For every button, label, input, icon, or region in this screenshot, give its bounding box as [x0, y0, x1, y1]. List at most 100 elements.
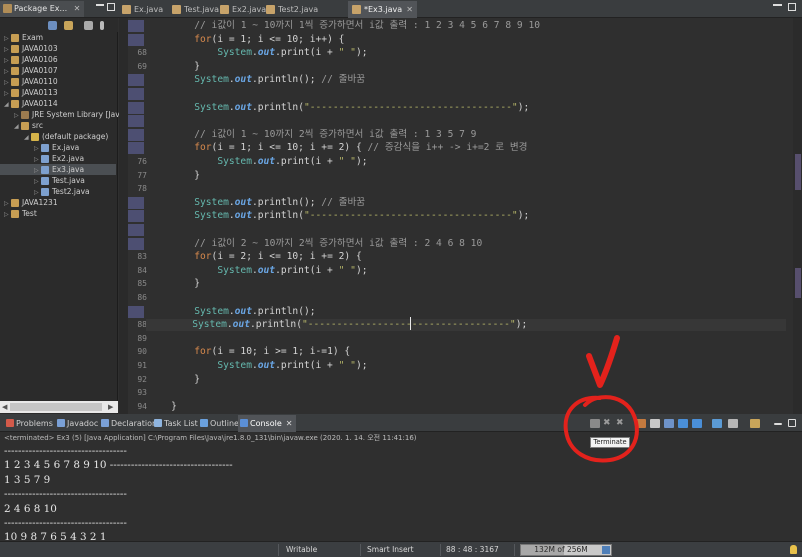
pin-console-icon[interactable] — [692, 419, 702, 428]
tab-package-explorer[interactable]: Package Ex... ✕ — [0, 1, 85, 17]
overview-marker[interactable] — [795, 268, 801, 298]
editor-tab[interactable]: Ex.java — [118, 1, 163, 18]
overview-ruler[interactable] — [793, 18, 802, 414]
link-with-editor-icon[interactable] — [64, 21, 73, 30]
tree-item[interactable]: ▷ JAVA0107 — [0, 65, 116, 76]
code-line[interactable]: } — [148, 61, 200, 73]
tab-label: Outline — [210, 419, 239, 428]
show-console-on-output-icon[interactable] — [664, 419, 674, 428]
tree-item[interactable]: ▷ JAVA1231 — [0, 197, 116, 208]
view-menu-icon[interactable] — [100, 21, 104, 30]
tree-item[interactable]: ▷ JAVA0110 — [0, 76, 116, 87]
scroll-left-icon[interactable]: ◀ — [2, 403, 7, 411]
tab-task-list[interactable]: Task List — [152, 415, 198, 432]
tab-javadoc[interactable]: Javadoc — [55, 415, 98, 432]
scrollbar-thumb[interactable] — [10, 403, 102, 411]
maximize-icon[interactable] — [107, 3, 115, 11]
editor-tab[interactable]: Ex2.java — [216, 1, 266, 18]
code-line[interactable]: // i값이 1 ~ 10까지 2씩 증가하면서 i값 출력 : 1 3 5 7… — [148, 129, 476, 141]
tree-item[interactable]: ▷ Ex.java — [0, 142, 116, 153]
scroll-right-icon[interactable]: ▶ — [108, 403, 113, 411]
expand-toggle-icon[interactable]: ▷ — [4, 209, 11, 220]
tree-item[interactable]: ▷ Ex3.java — [0, 164, 116, 175]
word-wrap-icon[interactable] — [650, 419, 660, 428]
code-line[interactable]: // i값이 1 ~ 10까지 1씩 증가하면서 i값 출력 : 1 2 3 4… — [148, 20, 540, 32]
code-line[interactable]: } — [148, 170, 200, 182]
minimize-icon[interactable] — [774, 423, 782, 425]
lightbulb-icon[interactable] — [790, 545, 797, 554]
code-line[interactable]: System.out.print(i + " "); — [148, 156, 367, 168]
project-icon — [11, 56, 19, 64]
code-line[interactable]: System.out.println(); // 줄바꿈 — [148, 74, 365, 86]
code-line[interactable]: for(i = 2; i <= 10; i += 2) { — [148, 251, 362, 263]
package-explorer-scrollbar[interactable]: ◀ ▶ — [0, 401, 118, 413]
maximize-icon[interactable] — [788, 419, 796, 427]
tab-problems[interactable]: Problems — [4, 415, 53, 432]
remove-launch-icon[interactable]: ✖ — [603, 419, 613, 428]
editor-tab[interactable]: Test2.java — [262, 1, 318, 18]
remove-all-terminated-icon[interactable]: ✖ — [616, 419, 626, 428]
code-line[interactable]: System.out.print(i + " "); — [148, 47, 367, 59]
editor-tab[interactable]: Test.java — [168, 1, 219, 18]
show-console-on-error-icon[interactable] — [678, 419, 688, 428]
code-line[interactable]: } — [148, 401, 177, 413]
source-folder-icon — [21, 122, 29, 130]
insert-mode-status[interactable]: Smart Insert — [367, 544, 414, 556]
line-number: 68 — [137, 48, 147, 58]
tree-item[interactable]: ▷ JAVA0113 — [0, 87, 116, 98]
tree-item[interactable]: ▷ Exam — [0, 32, 116, 43]
close-icon[interactable]: ✕ — [74, 4, 81, 13]
tree-item[interactable]: ▷ Test — [0, 208, 116, 219]
java-file-icon — [172, 5, 181, 14]
package-explorer-toolbar — [0, 18, 118, 32]
open-console-icon[interactable] — [728, 419, 738, 428]
tree-item[interactable]: ◢ JAVA0114 — [0, 98, 116, 109]
code-line[interactable]: System.out.print(i + " "); — [148, 265, 367, 277]
code-line[interactable]: for(i = 1; i <= 10; i += 2) { // 증감식을 i+… — [148, 142, 527, 154]
tree-item[interactable]: ▷ JAVA0103 — [0, 43, 116, 54]
code-editor[interactable]: 68 69 76 77 78 83 84 85 86 88 89 90 91 92 93 94 // i값이 … — [119, 18, 802, 414]
minimize-icon[interactable] — [96, 4, 104, 6]
console-output[interactable]: ----------------------------------- 1 2 3… — [0, 444, 802, 543]
close-icon[interactable]: ✕ — [406, 5, 413, 14]
terminate-tooltip: Terminate — [590, 437, 630, 448]
focus-on-task-icon[interactable] — [84, 21, 93, 30]
display-selected-console-icon[interactable] — [712, 419, 722, 428]
new-console-icon[interactable] — [750, 419, 760, 428]
tab-outline[interactable]: Outline — [198, 415, 239, 432]
code-line[interactable]: System.out.println("--------------------… — [146, 319, 786, 332]
heap-status[interactable]: 132M of 256M — [520, 544, 612, 556]
tree-item-label: Test2.java — [52, 187, 90, 196]
code-line[interactable]: System.out.print(i + " "); — [148, 360, 367, 372]
tree-item[interactable]: ◢ src — [0, 120, 116, 131]
collapse-all-icon[interactable] — [48, 21, 57, 30]
minimize-icon[interactable] — [773, 4, 782, 6]
code-line[interactable]: for(i = 10; i >= 1; i-=1) { — [148, 346, 350, 358]
overview-marker[interactable] — [795, 154, 801, 190]
tree-item[interactable]: ▷ JRE System Library [Java — [0, 109, 124, 120]
tree-item-label: (default package) — [42, 132, 109, 141]
writable-status: Writable — [286, 545, 318, 554]
code-line[interactable]: System.out.println(); // 줄바꿈 — [148, 197, 365, 209]
code-line[interactable]: System.out.println("--------------------… — [148, 210, 529, 222]
code-line[interactable]: // i값이 2 ~ 10까지 2씩 증가하면서 i값 출력 : 2 4 6 8… — [148, 238, 482, 250]
code-line[interactable]: for(i = 1; i <= 10; i++) { — [148, 34, 344, 46]
terminate-icon[interactable] — [590, 419, 600, 428]
garbage-collect-icon[interactable] — [602, 546, 610, 554]
code-line[interactable]: } — [148, 374, 200, 386]
close-icon[interactable]: ✕ — [286, 419, 293, 428]
tree-item[interactable]: ▷ Test2.java — [0, 186, 116, 197]
code-line[interactable]: System.out.println(); — [148, 306, 315, 318]
tree-item[interactable]: ▷ Test.java — [0, 175, 116, 186]
scroll-lock-icon[interactable] — [636, 419, 646, 428]
tab-declaration[interactable]: Declaration — [99, 415, 157, 432]
code-line[interactable]: System.out.println("--------------------… — [148, 102, 529, 114]
tree-item[interactable]: ◢ (default package) — [0, 131, 116, 142]
code-line[interactable]: } — [148, 278, 200, 290]
line-number: 92 — [137, 374, 147, 384]
tree-item[interactable]: ▷ Ex2.java — [0, 153, 116, 164]
tab-console[interactable]: Console ✕ — [238, 415, 297, 432]
maximize-icon[interactable] — [788, 3, 796, 11]
tree-item[interactable]: ▷ JAVA0106 — [0, 54, 116, 65]
editor-tab[interactable]: *Ex3.java ✕ — [348, 1, 417, 18]
